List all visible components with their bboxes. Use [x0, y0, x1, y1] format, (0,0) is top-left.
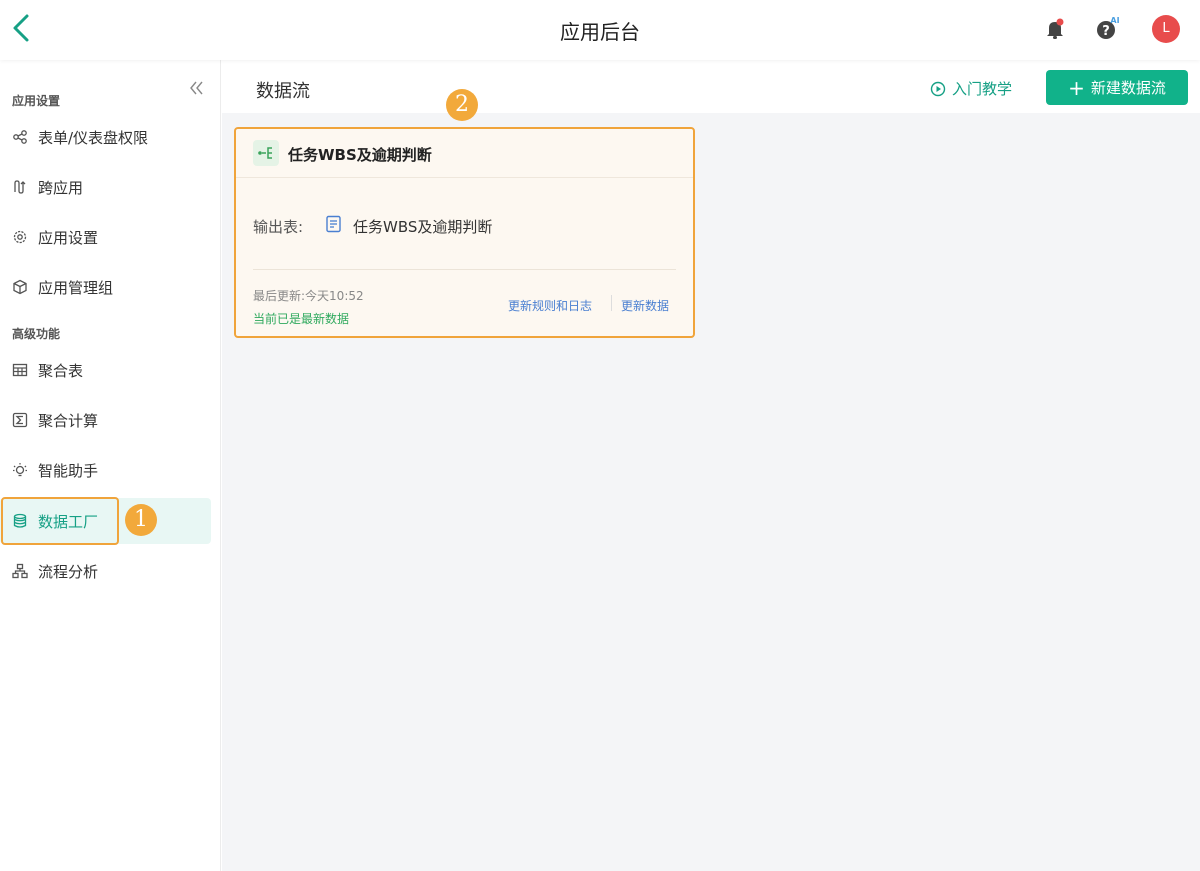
sidebar-item-label: 应用管理组: [38, 278, 114, 297]
dataflow-icon: [253, 140, 279, 166]
card-title: 任务WBS及逾期判断: [288, 146, 432, 164]
notification-button[interactable]: [1042, 16, 1068, 42]
database-icon: [13, 513, 27, 528]
content-title: 数据流: [256, 81, 310, 102]
sidebar-item-app-settings[interactable]: 应用设置: [0, 214, 211, 260]
ai-badge: AI: [1110, 16, 1119, 25]
cross-app-icon: [14, 180, 26, 194]
sidebar-item-label: 智能助手: [38, 461, 99, 480]
content-toolbar: 数据流 入门教学 + 新建数据流: [222, 60, 1200, 113]
sidebar-item-smart-assistant[interactable]: 智能助手: [0, 447, 211, 493]
step-badge-2: 2: [446, 89, 478, 121]
section-title-advanced: 高级功能: [12, 327, 61, 341]
sidebar-item-aggregate-table[interactable]: 聚合表: [0, 347, 211, 393]
sidebar-item-cross-app[interactable]: 跨应用: [0, 164, 211, 210]
back-button[interactable]: [8, 12, 36, 44]
last-update-time: 最后更新:今天10:52: [253, 289, 364, 303]
output-table-label: 输出表:: [253, 218, 304, 236]
card-header: 任务WBS及逾期判断: [236, 129, 693, 178]
plus-icon: +: [1068, 75, 1085, 100]
org-chart-icon: [12, 563, 28, 579]
sidebar-item-app-admin-group[interactable]: 应用管理组: [0, 264, 211, 310]
help-button[interactable]: ? AI: [1095, 16, 1121, 42]
double-chevron-left-icon: [190, 81, 203, 95]
update-rules-log-link[interactable]: 更新规则和日志: [508, 297, 592, 314]
sigma-icon: [12, 412, 28, 428]
tutorial-link[interactable]: 入门教学: [930, 78, 1012, 99]
dataflow-card[interactable]: 任务WBS及逾期判断 输出表: 任务WBS及逾期判断 最后更新:今天10:52 …: [234, 127, 695, 338]
output-table-name[interactable]: 任务WBS及逾期判断: [353, 216, 492, 237]
sidebar-item-label: 表单/仪表盘权限: [38, 128, 149, 147]
svg-text:?: ?: [1102, 24, 1110, 39]
sidebar-item-label: 跨应用: [38, 178, 84, 197]
sidebar-item-process-analysis[interactable]: 流程分析: [0, 548, 211, 594]
gear-icon: [13, 230, 27, 244]
new-dataflow-button[interactable]: + 新建数据流: [1046, 70, 1188, 105]
help-icon: ? AI: [1097, 16, 1120, 39]
card-divider: [253, 269, 676, 270]
refresh-data-link[interactable]: 更新数据: [621, 297, 669, 314]
new-dataflow-label: 新建数据流: [1090, 79, 1166, 97]
sidebar-item-label: 聚合表: [38, 361, 84, 380]
section-title-app-settings: 应用设置: [12, 94, 61, 108]
sidebar-item-data-factory[interactable]: 数据工厂: [0, 498, 211, 544]
sidebar: 应用设置 表单/仪表盘权限 跨应用 应用设置 应用管理组 高级功能 聚合表 聚合…: [0, 60, 221, 871]
chevron-left-icon: [13, 14, 29, 42]
lightbulb-icon: [13, 463, 27, 477]
tutorial-label: 入门教学: [952, 80, 1013, 98]
step-badge-1: 1: [125, 504, 157, 536]
user-avatar[interactable]: L: [1152, 15, 1180, 43]
main-content: 数据流 入门教学 + 新建数据流 2 任务WBS及逾期判断 输出表: 任务WBS…: [222, 60, 1200, 871]
table-doc-icon: [326, 215, 341, 233]
bell-icon: [1047, 18, 1064, 39]
sidebar-item-label: 应用设置: [38, 228, 99, 247]
top-bar: 应用后台 ? AI L: [0, 0, 1200, 60]
sidebar-item-form-permissions[interactable]: 表单/仪表盘权限: [0, 114, 211, 160]
sidebar-item-label: 数据工厂: [38, 512, 99, 531]
sidebar-item-label: 聚合计算: [38, 411, 99, 430]
sidebar-item-aggregate-calc[interactable]: 聚合计算: [0, 397, 211, 443]
play-circle-icon: [930, 81, 946, 96]
update-status: 当前已是最新数据: [253, 312, 350, 326]
collapse-sidebar-button[interactable]: [186, 78, 206, 98]
cube-icon: [13, 279, 27, 295]
link-separator: [611, 295, 612, 311]
table-grid-icon: [12, 363, 28, 377]
sidebar-item-label: 流程分析: [38, 562, 99, 581]
page-title: 应用后台: [560, 20, 640, 44]
share-nodes-icon: [13, 130, 27, 144]
